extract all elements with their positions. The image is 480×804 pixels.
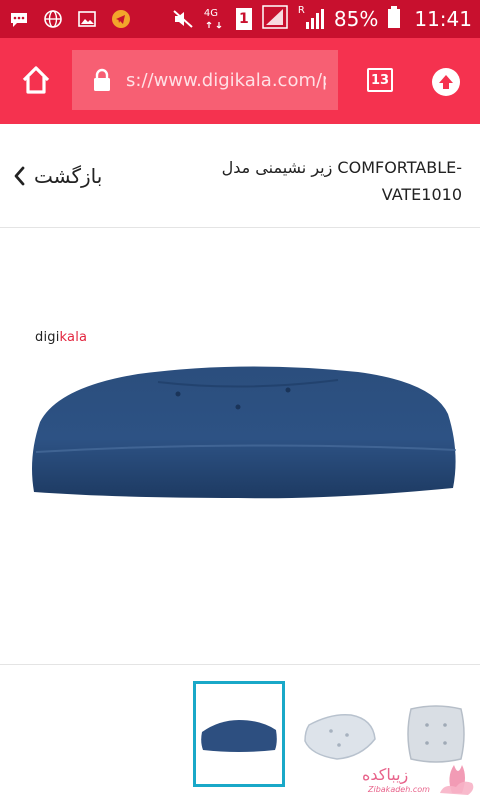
- mute-icon: [172, 9, 194, 29]
- chevron-left-icon: [14, 166, 25, 186]
- network-type-icon: 4G: [204, 8, 226, 30]
- watermark-subtext: Zibakadeh.com: [368, 785, 430, 794]
- roaming-signal-icon: R: [298, 5, 324, 31]
- watermark-text: زیباکده: [362, 765, 409, 784]
- logo-text-digi: digi: [35, 330, 60, 345]
- url-text: s://www.digikala.com/p: [126, 69, 326, 91]
- thumbnail-image: [304, 713, 376, 760]
- logo-text-kala: kala: [59, 330, 88, 345]
- globe-icon: [42, 9, 64, 29]
- digikala-logo: digikala: [35, 330, 87, 345]
- message-notification-icon: [8, 9, 30, 29]
- signal-box-icon: [262, 4, 288, 34]
- watermark-logo: زیباکده Zibakadeh.com: [350, 763, 480, 800]
- back-label: بازگشت: [34, 164, 103, 188]
- browser-toolbar: s://www.digikala.com/p 13: [0, 38, 480, 124]
- telegram-icon: [110, 9, 132, 29]
- url-field[interactable]: s://www.digikala.com/p: [72, 50, 338, 110]
- status-bar: 4G 1 R 85% 11:41: [0, 0, 480, 38]
- product-image: [28, 362, 460, 506]
- arrow-up-icon: [439, 75, 453, 89]
- thumbnail-image: [201, 720, 277, 752]
- product-title: زیر نشیمنی مدل COMFORTABLE-VATE1010: [221, 158, 462, 204]
- home-button[interactable]: [14, 58, 58, 102]
- tab-count: 13: [370, 72, 390, 88]
- thumbnail-1[interactable]: [193, 681, 285, 787]
- sim-slot-number: 1: [239, 11, 249, 27]
- back-button[interactable]: بازگشت: [12, 164, 102, 188]
- home-icon: [22, 66, 50, 94]
- lock-icon: [92, 67, 112, 93]
- battery-icon: [388, 5, 401, 33]
- product-header: بازگشت زیر نشیمنی مدل COMFORTABLE-VATE10…: [0, 124, 480, 228]
- clock: 11:41: [414, 7, 472, 31]
- image-notification-icon: [76, 9, 98, 29]
- battery-percentage: 85%: [333, 7, 379, 31]
- product-image-gallery[interactable]: digikala: [0, 228, 480, 665]
- tab-switcher-button[interactable]: 13: [367, 68, 393, 92]
- thumbnail-image: [407, 705, 465, 763]
- sim-slot-indicator: 1: [235, 8, 252, 30]
- browser-menu-button[interactable]: [432, 68, 460, 96]
